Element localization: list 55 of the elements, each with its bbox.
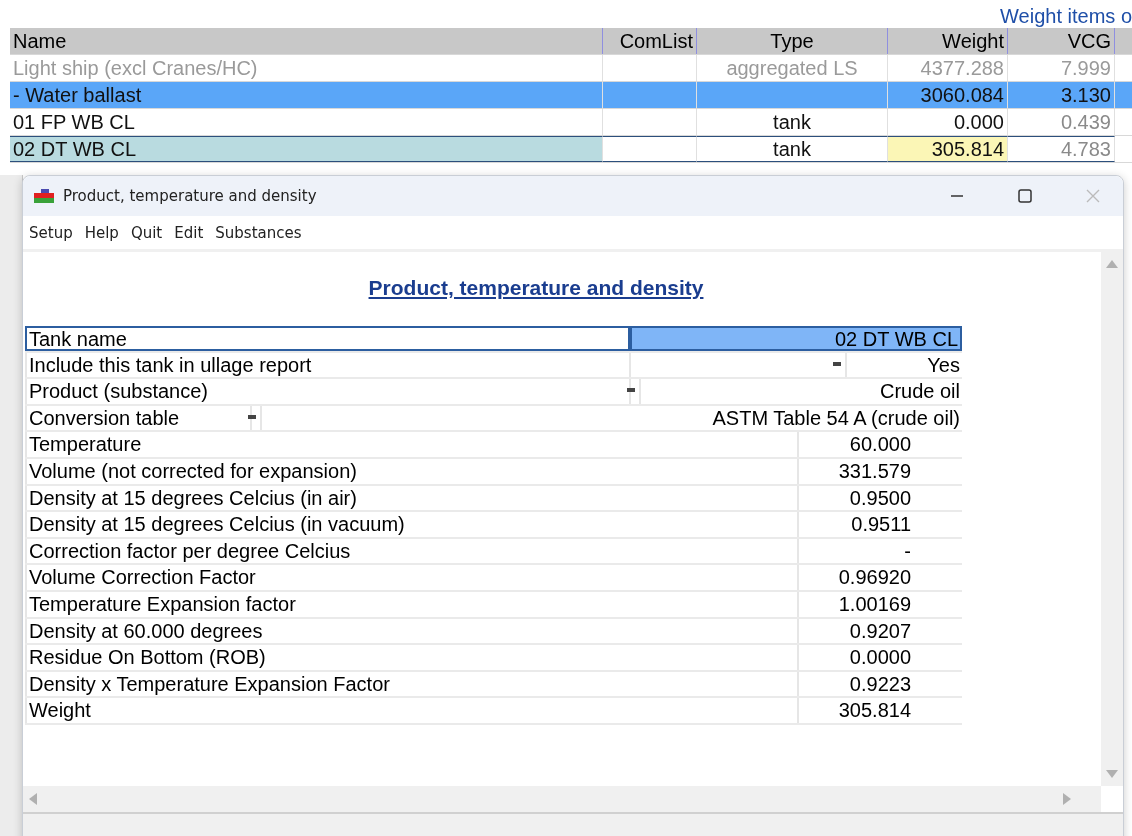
table-cell: tank	[697, 136, 888, 162]
field-value[interactable]: 0.0000	[797, 645, 913, 670]
table-cell: 0.439	[1008, 109, 1115, 135]
dropdown-marker-icon[interactable]	[626, 388, 635, 393]
table-cell: 7.999	[1008, 55, 1115, 81]
panel-caption: Weight items o	[1000, 5, 1132, 28]
field-value[interactable]: 305.814	[797, 698, 913, 723]
field-value[interactable]: 331.579	[797, 458, 913, 484]
close-icon[interactable]	[1085, 188, 1101, 204]
dropdown-marker-icon[interactable]	[833, 361, 842, 366]
dialog-heading: Product, temperature and density	[368, 276, 704, 300]
horizontal-scrollbar[interactable]	[23, 786, 1101, 812]
field-value[interactable]: -	[797, 538, 913, 564]
scroll-right-icon[interactable]	[1063, 793, 1071, 805]
menu-item[interactable]: Edit	[172, 217, 214, 248]
menu-item[interactable]: Setup	[27, 217, 83, 248]
field-label: Include this tank in ullage report	[25, 352, 629, 378]
table-cell: 01 FP WB CL	[10, 109, 603, 135]
table-cell: 4.783	[1008, 136, 1115, 162]
menu-item[interactable]: Substances	[213, 217, 312, 248]
field-value[interactable]: 0.9511	[797, 512, 913, 537]
field-value[interactable]: 0.9500	[797, 485, 913, 511]
table-cell: 4377.288	[888, 55, 1008, 81]
scroll-up-icon[interactable]	[1106, 260, 1118, 268]
table-cell: 3.130	[1008, 82, 1115, 108]
table-cell: 3060.084	[888, 82, 1008, 108]
vertical-scrollbar[interactable]	[1101, 252, 1123, 786]
field-value[interactable]: 60.000	[797, 432, 913, 457]
table-row[interactable]: 02 DT WB CL tank 305.814 4.783	[10, 136, 1132, 163]
field-label: Tank name	[25, 326, 630, 351]
field-value[interactable]: 0.96920	[797, 565, 913, 590]
scroll-down-icon[interactable]	[1106, 770, 1118, 778]
table-cell: 02 DT WB CL	[10, 136, 603, 162]
table-cell: - Water ballast	[10, 82, 603, 108]
scroll-left-icon[interactable]	[29, 793, 37, 805]
table-row[interactable]: - Water ballast 3060.084 3.130	[10, 82, 1132, 109]
field-value[interactable]: 02 DT WB CL	[630, 326, 962, 351]
table-cell: 0.000	[888, 109, 1008, 135]
table-cell: 305.814	[888, 136, 1008, 162]
field-value[interactable]: 0.9223	[797, 671, 913, 697]
window-title: Product, temperature and density	[63, 187, 318, 205]
table-cell: Light ship (excl Cranes/HC)	[10, 55, 603, 81]
table-cell: aggregated LS	[697, 55, 888, 81]
field-value[interactable]: Yes	[845, 352, 962, 378]
menu-item[interactable]: Help	[82, 217, 129, 248]
field-value[interactable]: Crude oil	[638, 379, 962, 404]
field-value[interactable]: ASTM Table 54 A (crude oil)	[259, 405, 962, 431]
table-cell: tank	[697, 109, 888, 135]
field-value[interactable]: 1.00169	[797, 591, 913, 617]
field-value[interactable]: 0.9207	[797, 618, 913, 644]
table-row[interactable]: 01 FP WB CL tank 0.000 0.439	[10, 109, 1132, 136]
menu-item[interactable]: Quit	[128, 217, 173, 248]
app-icon	[33, 187, 55, 205]
dropdown-marker-icon[interactable]	[247, 414, 256, 419]
maximize-icon[interactable]	[1018, 189, 1032, 203]
